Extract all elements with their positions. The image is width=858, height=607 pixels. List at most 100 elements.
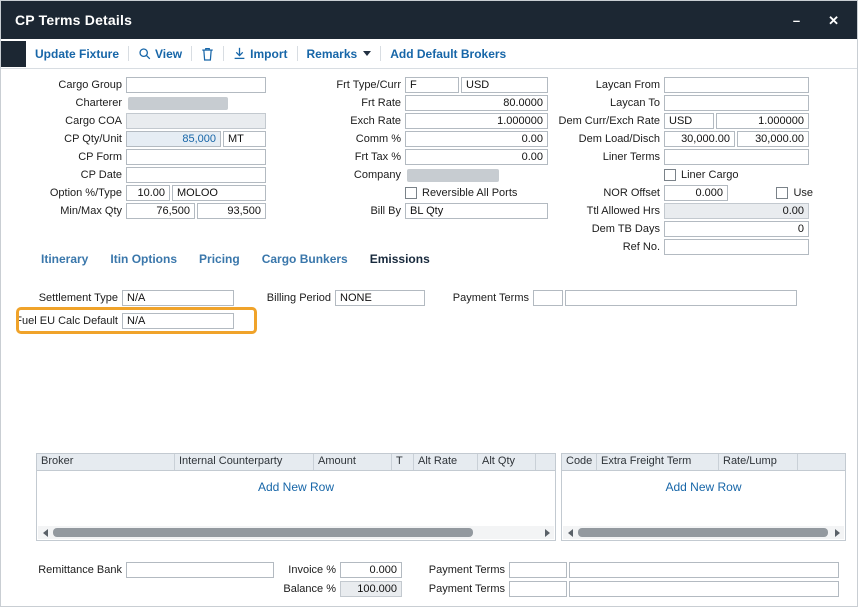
option-pct-field[interactable]: 10.00 xyxy=(126,185,170,201)
column-header-code[interactable]: Code xyxy=(562,454,597,470)
scroll-left-arrow[interactable] xyxy=(563,526,577,539)
window-controls: – ✕ xyxy=(793,14,839,27)
frt-tax-label: Frt Tax % xyxy=(321,151,405,163)
comm-field[interactable]: 0.00 xyxy=(405,131,548,147)
liner-cargo-checkbox[interactable] xyxy=(664,169,676,181)
frt-curr-field[interactable]: USD xyxy=(461,77,548,93)
form-column-middle: Frt Type/Curr F USD Frt Rate 80.0000 Exc… xyxy=(321,76,548,220)
settlement-type-field[interactable]: N/A xyxy=(122,290,234,306)
tab-emissions[interactable]: Emissions xyxy=(370,252,430,266)
payment-terms-desc-field[interactable] xyxy=(565,290,797,306)
cp-terms-details-dialog: CP Terms Details – ✕ Update Fixture View… xyxy=(0,0,858,607)
exch-rate-field[interactable]: 1.000000 xyxy=(405,113,548,129)
option-type-field[interactable]: MOLOO xyxy=(172,185,266,201)
remarks-dropdown-button[interactable]: Remarks xyxy=(307,47,372,61)
extra-freight-table: Code Extra Freight Term Rate/Lump Add Ne… xyxy=(561,453,846,541)
footer-payment-terms-code-field-1[interactable] xyxy=(509,562,567,578)
max-qty-field[interactable]: 93,500 xyxy=(197,203,266,219)
liner-terms-field[interactable] xyxy=(664,149,809,165)
dem-tb-days-field[interactable]: 0 xyxy=(664,221,809,237)
brokers-add-new-row-link[interactable]: Add New Row xyxy=(37,480,555,494)
footer-payment-terms-code-field-2[interactable] xyxy=(509,581,567,597)
footer-payment-terms-row-2: Payment Terms xyxy=(409,580,839,598)
frt-type-row: Frt Type/Curr F USD xyxy=(321,76,548,94)
frt-rate-field[interactable]: 80.0000 xyxy=(405,95,548,111)
column-header-extra-freight-term[interactable]: Extra Freight Term xyxy=(597,454,719,470)
import-icon xyxy=(233,47,246,60)
dem-disch-field[interactable]: 30,000.00 xyxy=(737,131,809,147)
billing-period-field[interactable]: NONE xyxy=(335,290,425,306)
cargo-coa-field[interactable] xyxy=(126,113,266,129)
company-field-redacted[interactable] xyxy=(407,169,499,182)
option-row: Option %/Type 10.00 MOLOO xyxy=(9,184,266,202)
column-header-internal-counterparty[interactable]: Internal Counterparty xyxy=(175,454,314,470)
import-button[interactable]: Import xyxy=(233,47,287,61)
column-header-alt-rate[interactable]: Alt Rate xyxy=(414,454,478,470)
view-button[interactable]: View xyxy=(138,47,182,61)
brokers-hscrollbar[interactable] xyxy=(38,526,554,539)
triangle-left-icon xyxy=(43,529,48,537)
nor-offset-field[interactable]: 0.000 xyxy=(664,185,728,201)
column-header-alt-qty[interactable]: Alt Qty xyxy=(478,454,536,470)
dem-load-field[interactable]: 30,000.00 xyxy=(664,131,735,147)
charterer-label: Charterer xyxy=(9,97,126,109)
column-header-broker[interactable]: Broker xyxy=(37,454,175,470)
tab-cargo-bunkers[interactable]: Cargo Bunkers xyxy=(262,252,348,266)
extra-freight-add-new-row-link[interactable]: Add New Row xyxy=(562,480,845,494)
dem-exch-rate-field[interactable]: 1.000000 xyxy=(716,113,809,129)
scroll-right-arrow[interactable] xyxy=(830,526,844,539)
column-header-amount[interactable]: Amount xyxy=(314,454,392,470)
tab-itinerary[interactable]: Itinerary xyxy=(41,252,88,266)
column-header-t[interactable]: T xyxy=(392,454,414,470)
fuel-eu-calc-default-field[interactable]: N/A xyxy=(122,313,234,329)
chevron-down-icon xyxy=(363,51,371,56)
bill-by-field[interactable]: BL Qty xyxy=(405,203,548,219)
laycan-from-field[interactable] xyxy=(664,77,809,93)
ref-no-field[interactable] xyxy=(664,239,809,255)
frt-tax-field[interactable]: 0.00 xyxy=(405,149,548,165)
charterer-field-redacted[interactable] xyxy=(128,97,228,110)
frt-type-field[interactable]: F xyxy=(405,77,459,93)
footer-payment-terms-desc-field-1[interactable] xyxy=(569,562,839,578)
liner-terms-label: Liner Terms xyxy=(543,151,664,163)
toolbar-separator xyxy=(191,46,192,61)
invoice-pct-field[interactable]: 0.000 xyxy=(340,562,402,578)
scrollbar-thumb[interactable] xyxy=(578,528,828,537)
footer-payment-terms-desc-field-2[interactable] xyxy=(569,581,839,597)
scroll-left-arrow[interactable] xyxy=(38,526,52,539)
cp-form-field[interactable] xyxy=(126,149,266,165)
dem-curr-label: Dem Curr/Exch Rate xyxy=(543,115,664,127)
add-default-brokers-button[interactable]: Add Default Brokers xyxy=(390,47,506,61)
delete-button[interactable] xyxy=(201,47,214,61)
scrollbar-thumb[interactable] xyxy=(53,528,473,537)
tab-pricing[interactable]: Pricing xyxy=(199,252,240,266)
tab-itin-options[interactable]: Itin Options xyxy=(110,252,177,266)
cp-date-field[interactable] xyxy=(126,167,266,183)
payment-terms-code-field[interactable] xyxy=(533,290,563,306)
close-button[interactable]: ✕ xyxy=(828,14,839,27)
cp-unit-field[interactable]: MT xyxy=(223,131,266,147)
scroll-right-arrow[interactable] xyxy=(540,526,554,539)
laycan-to-field[interactable] xyxy=(664,95,809,111)
column-header-rate-lump[interactable]: Rate/Lump xyxy=(719,454,798,470)
min-qty-field[interactable]: 76,500 xyxy=(126,203,195,219)
toolbar-separator xyxy=(128,46,129,61)
trash-icon xyxy=(201,47,214,61)
triangle-left-icon xyxy=(568,529,573,537)
billing-period-row: Billing Period NONE xyxy=(251,289,425,307)
reversible-all-ports-checkbox[interactable] xyxy=(405,187,417,199)
payment-terms-label: Payment Terms xyxy=(429,292,533,304)
cargo-group-field[interactable] xyxy=(126,77,266,93)
extra-freight-hscrollbar[interactable] xyxy=(563,526,844,539)
nor-offset-label: NOR Offset xyxy=(543,187,664,199)
update-fixture-button[interactable]: Update Fixture xyxy=(35,47,119,61)
add-default-brokers-label: Add Default Brokers xyxy=(390,47,506,61)
column-header-filler xyxy=(536,454,555,470)
cp-qty-field[interactable]: 85,000 xyxy=(126,131,221,147)
minimize-button[interactable]: – xyxy=(793,14,800,27)
dem-curr-field[interactable]: USD xyxy=(664,113,714,129)
cargo-group-label: Cargo Group xyxy=(9,79,126,91)
charterer-row: Charterer xyxy=(9,94,266,112)
remittance-bank-field[interactable] xyxy=(126,562,274,578)
use-checkbox[interactable] xyxy=(776,187,788,199)
